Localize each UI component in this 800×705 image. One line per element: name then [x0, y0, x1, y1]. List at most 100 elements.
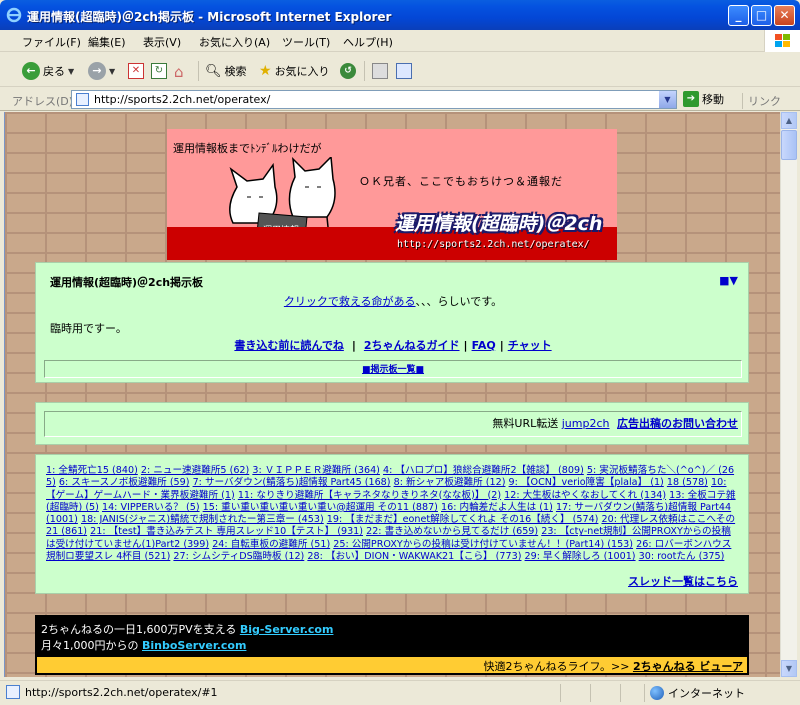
read-before-post-link[interactable]: 書き込む前に読んでね	[234, 339, 343, 352]
board-banner: 運用情報板までﾄﾝﾃﾞﾙわけだが ＯＫ兄者、ここでもおちけつ＆通報だ 運用情報 …	[167, 129, 617, 260]
scroll-up-icon[interactable]: ▲	[781, 112, 797, 129]
thread-link[interactable]: 30: rootたん (375)	[639, 551, 725, 562]
menu-view[interactable]: 表示(V)	[143, 34, 181, 50]
ad-box: 無料URL転送 jump2ch 広告出稿のお問い合わせ	[35, 402, 749, 445]
thread-list-box: 1: 全鯖死亡15 (840) 2: ニュー速避難所5 (62) 3: ＶＩＰＰ…	[35, 454, 749, 594]
click-save-life-link[interactable]: クリックで救える命がある	[284, 295, 416, 308]
toolbar: ← 戻る ▼ → ▼ ✕ ↻ ⌂ 🔍︎ 検索 ★ お気に入り ↺	[0, 53, 800, 87]
thread-list: 1: 全鯖死亡15 (840) 2: ニュー速避難所5 (62) 3: ＶＩＰＰ…	[46, 465, 740, 563]
chat-link[interactable]: チャット	[508, 339, 552, 352]
ad-inquiry-link[interactable]: 広告出稿のお問い合わせ	[617, 417, 738, 430]
scroll-down-icon[interactable]: ▼	[781, 660, 797, 677]
print-button[interactable]	[372, 60, 388, 82]
thread-link[interactable]: 24: 自転車板の避難所 (51)	[212, 539, 330, 550]
thread-link[interactable]: 7: サーバダウン(鯖落ち)超情報 Part45 (168)	[193, 477, 391, 488]
thread-link[interactable]: 3: ＶＩＰＰＥＲ避難所 (364)	[252, 465, 380, 476]
2ch-viewer-link[interactable]: 2ちゃんねる ビューア	[633, 660, 743, 673]
refresh-button[interactable]: ↻	[151, 60, 167, 82]
thread-list-more-link[interactable]: スレッド一覧はこちら	[628, 573, 738, 589]
home-icon: ⌂	[174, 63, 184, 81]
thread-link[interactable]: 15: 重い重い重い重い重い重い@超運用 その11 (887)	[203, 502, 438, 513]
back-button[interactable]: ← 戻る ▼	[22, 60, 74, 82]
favorites-button[interactable]: ★ お気に入り	[259, 60, 330, 82]
menu-file[interactable]: ファイル(F)	[22, 34, 81, 50]
menu-help[interactable]: ヘルプ(H)	[343, 34, 393, 50]
viewer-promo-bar: 快適2ちゃんねるライフ。>> 2ちゃんねる ビューア	[37, 657, 747, 673]
status-divider	[644, 684, 645, 702]
thread-link[interactable]: 14: VIPPERいる？ (5)	[102, 502, 200, 513]
board-header: 運用情報(超臨時)＠2ch掲示板 ■▼ クリックで救える命がある、、、らしいです…	[35, 262, 749, 383]
thread-link[interactable]: 18 (578)	[667, 477, 708, 488]
ad-line: 無料URL転送 jump2ch 広告出稿のお問い合わせ	[492, 415, 738, 431]
thread-link[interactable]: 28: 【おい】DION・WAKWAK21【こら】 (773)	[307, 551, 521, 562]
window-title: 運用情報(超臨時)＠2ch掲示板 - Microsoft Internet Ex…	[27, 10, 392, 24]
thread-link[interactable]: 6: スキースノボ板避難所 (59)	[59, 477, 190, 488]
search-icon: 🔍︎	[205, 63, 222, 79]
thread-link[interactable]: 8: 新シャア板避難所 (12)	[394, 477, 506, 488]
status-bar: http://sports2.2ch.net/operatex/#1 インターネ…	[0, 680, 800, 705]
links-button[interactable]: リンク	[742, 93, 781, 109]
page-viewport: 運用情報板までﾄﾝﾃﾞﾙわけだが ＯＫ兄者、ここでもおちけつ＆通報だ 運用情報 …	[4, 112, 780, 677]
thread-link[interactable]: 27: シムシティDS臨時板 (12)	[173, 551, 304, 562]
history-button[interactable]: ↺	[340, 60, 356, 82]
edit-icon	[396, 63, 412, 79]
thread-link[interactable]: 22: 書き込めないから見てるだけ (659)	[366, 526, 538, 537]
menu-edit[interactable]: 編集(E)	[88, 34, 126, 50]
board-list-link[interactable]: ■掲示板一覧■	[362, 365, 424, 375]
thread-link[interactable]: 12: 大生板はやくなおしてくれ (134)	[504, 490, 666, 501]
thread-link[interactable]: 11: なりきり避難所【キャラネタなりきりネタ(なな板)】 (2)	[238, 490, 501, 501]
home-button[interactable]: ⌂	[174, 60, 190, 82]
minimize-button[interactable]: _	[728, 5, 749, 26]
go-label: 移動	[702, 93, 724, 106]
search-label: 検索	[224, 65, 247, 78]
back-arrow-icon: ←	[22, 62, 40, 80]
minimize-icon: _	[735, 8, 742, 22]
click-notice-rest: 、、、らしいです。	[415, 295, 503, 308]
thread-link[interactable]: 29: 早く解除しろ (1001)	[525, 551, 636, 562]
back-dropdown-icon: ▼	[68, 66, 75, 76]
big-server-link[interactable]: Big-Server.com	[240, 623, 334, 636]
thread-link[interactable]: 2: ニュー速避難所5 (62)	[141, 465, 249, 476]
refresh-icon: ↻	[151, 63, 167, 79]
2ch-guide-link[interactable]: 2ちゃんねるガイド	[364, 339, 460, 352]
thread-link[interactable]: 21: 【test】書き込みテスト 専用スレッド10【テスト】 (931)	[90, 526, 363, 537]
menu-tools[interactable]: ツール(T)	[282, 34, 330, 50]
stop-button[interactable]: ✕	[128, 60, 144, 82]
menu-favorites[interactable]: お気に入り(A)	[199, 34, 270, 50]
status-text: http://sports2.2ch.net/operatex/#1	[25, 686, 218, 699]
forward-button[interactable]: → ▼	[88, 60, 115, 82]
binbo-server-link[interactable]: BinboServer.com	[142, 639, 246, 652]
thread-link[interactable]: 25: 公開PROXYからの投稿は受け付けていません！！(Part14) (15…	[333, 539, 633, 550]
zone-label: インターネット	[668, 687, 745, 700]
stop-icon: ✕	[128, 63, 144, 79]
address-input[interactable]: http://sports2.2ch.net/operatex/ ▼	[71, 90, 677, 109]
close-button[interactable]: ✕	[774, 5, 795, 26]
thread-link[interactable]: 16: 内輪差だよ人生は (1)	[441, 502, 553, 513]
board-nav-arrows[interactable]: ■▼	[719, 274, 738, 287]
maximize-button[interactable]: □	[751, 5, 772, 26]
internet-globe-icon	[650, 686, 664, 700]
windows-flag-icon	[775, 34, 790, 47]
promo-line-1: 2ちゃんねるの一日1,600万PVを支える Big-Server.com	[41, 621, 333, 637]
faq-link[interactable]: FAQ	[472, 339, 496, 352]
thread-link[interactable]: 18: JANIS(ジャニス)鯖統で規制されたー第三章ー (453)	[81, 514, 324, 525]
thread-link[interactable]: 19: 【まだまだ】eonet解除してくれよ その16【続く】 (574)	[327, 514, 599, 525]
jump2ch-link[interactable]: jump2ch	[562, 417, 610, 430]
edit-button[interactable]	[396, 60, 412, 82]
back-label: 戻る	[43, 65, 65, 78]
scroll-thumb[interactable]	[781, 130, 797, 160]
vertical-scrollbar[interactable]: ▲ ▼	[780, 112, 797, 677]
promo-line-2: 月々1,000円からの BinboServer.com	[41, 637, 246, 653]
status-divider	[560, 684, 561, 702]
go-button[interactable]: ➔ 移動	[683, 91, 724, 107]
search-button[interactable]: 🔍︎ 検索	[205, 60, 247, 82]
thread-link[interactable]: 4: 【ハロプロ】狼総合避難所2【雑談】 (809)	[383, 465, 584, 476]
viewer-promo-text: 快適2ちゃんねるライフ。>>	[483, 660, 633, 673]
thread-link[interactable]: 1: 全鯖死亡15 (840)	[46, 465, 138, 476]
status-page-icon	[6, 685, 20, 699]
address-dropdown-icon[interactable]: ▼	[659, 91, 676, 108]
thread-link[interactable]: 9: 【OCN】verio障害【plala】 (1)	[509, 477, 664, 488]
status-divider	[620, 684, 621, 702]
promo-text-1: 2ちゃんねるの一日1,600万PVを支える	[41, 623, 240, 636]
star-icon: ★	[259, 63, 272, 79]
